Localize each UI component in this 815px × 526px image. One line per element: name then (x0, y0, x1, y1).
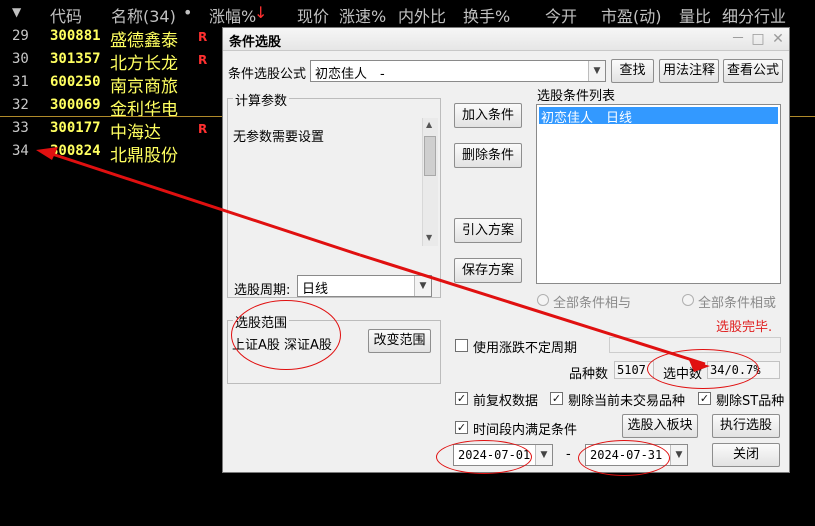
arrow-line-left-segment (45, 150, 361, 257)
arrow-head-left-icon (36, 147, 58, 160)
arrow-line-right-segment (359, 253, 706, 366)
annotation-arrow (36, 147, 710, 372)
